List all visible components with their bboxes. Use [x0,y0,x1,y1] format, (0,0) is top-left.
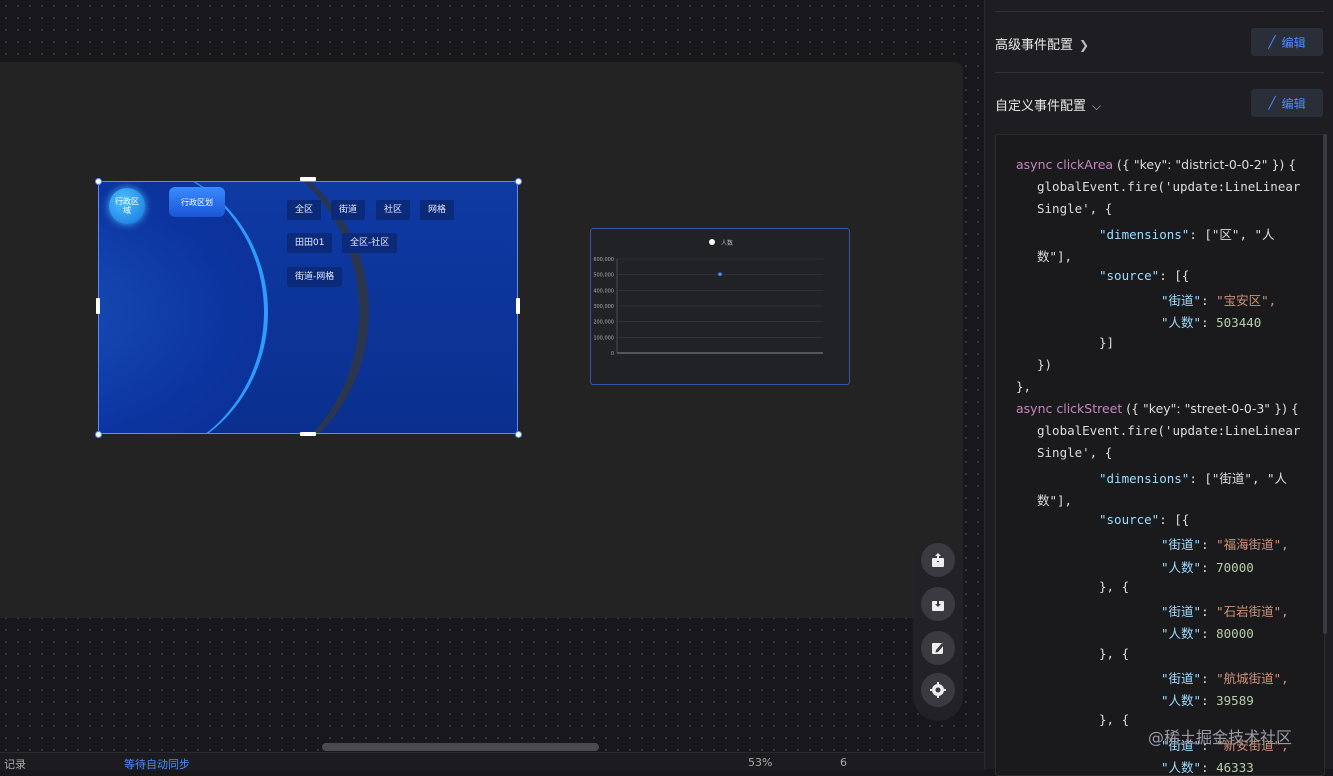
nav-btn-grid[interactable]: 网格 [420,200,455,220]
resize-handle-top[interactable] [300,177,316,181]
nav-btn-street[interactable]: 街道 [331,200,366,220]
y-tick-label: 400,000 [593,288,614,294]
lock-value[interactable]: 6 [840,756,847,769]
record-label[interactable]: 记录 [4,756,26,772]
legend-marker [709,239,715,245]
resize-handle-tl[interactable] [95,178,102,185]
chevron-right-icon: ❯ [1079,38,1090,52]
resize-handle-left[interactable] [96,298,100,314]
resize-handle-bl[interactable] [95,431,102,438]
y-tick-label: 200,000 [593,320,614,326]
advanced-event-label: 高级事件配置 [995,38,1074,53]
advanced-edit-button[interactable]: ╱ 编辑 [1251,28,1323,56]
nav-component[interactable]: 行政区 域 行政区划 全区 街道 社区 网格 田田01 全区-社区 街道-网格 [98,181,518,434]
y-tick-label: 300,000 [593,304,614,310]
sync-status[interactable]: 等待自动同步 [124,756,190,772]
watermark: @稀土掘金技术社区 [1148,728,1293,747]
divider [995,72,1324,73]
bottom-bar: 记录 等待自动同步 53% 6 [0,752,984,772]
event-line-a: globalEvent.fire('update:LineLinear [1037,179,1301,194]
edit-label: 编辑 [1281,96,1306,111]
chart-component[interactable]: 人数 0 100,000 200,000 300,000 400,000 500,000 60… [590,228,850,385]
custom-event-label: 自定义事件配置 [995,99,1087,114]
y-tick-label: 600,000 [593,257,614,263]
fn2: clickStreet [1056,401,1123,416]
advanced-event-title[interactable]: 高级事件配置 ❯ [995,34,1089,53]
resize-handle-br[interactable] [515,431,522,438]
resize-handle-bottom[interactable] [300,432,316,436]
nav-btn-tt01[interactable]: 田田01 [287,233,333,253]
data-point [718,272,722,276]
key2: "street-0-0-3" [1184,401,1271,416]
custom-event-title[interactable]: 自定义事件配置 ⌵ [995,95,1101,114]
divider [995,11,1324,12]
event-line-b: Single', { [1037,201,1113,216]
chevron-down-icon: ⌵ [1092,99,1102,113]
nav-btn-all[interactable]: 全区 [287,200,322,220]
edit-label: 编辑 [1281,35,1306,50]
export-icon[interactable] [921,543,955,577]
pencil-icon: ╱ [1268,35,1276,49]
import-icon[interactable] [921,587,955,621]
legend-label: 人数 [721,239,733,247]
tool-column [913,541,963,721]
y-tick-label: 100,000 [593,335,614,341]
nav-btn-all-community[interactable]: 全区-社区 [342,233,398,253]
horizontal-scrollbar[interactable] [322,743,599,751]
key1: "district-0-0-2" [1175,157,1268,172]
nav-tab[interactable]: 行政区划 [169,187,225,217]
nav-bubble[interactable]: 行政区 域 [109,188,145,224]
right-panel: 高级事件配置 ❯ ╱ 编辑 自定义事件配置 ⌵ ╱ 编辑 async clickArea… [984,0,1333,776]
resize-handle-tr[interactable] [515,178,522,185]
y-tick-label: 500,000 [593,273,614,279]
vertical-scrollbar[interactable] [1323,134,1327,634]
code-editor[interactable]: async clickArea ({ "key": "district-0-0-… [995,134,1325,776]
fn1: clickArea [1056,157,1114,172]
edit-note-icon[interactable] [921,631,955,665]
nav-btn-community[interactable]: 社区 [376,200,411,220]
gear-icon[interactable] [921,673,955,707]
nav-btn-street-grid[interactable]: 街道-网格 [287,267,343,287]
zoom-value[interactable]: 53% [748,756,772,769]
y-tick-label: 0 [611,351,614,357]
resize-handle-right[interactable] [516,298,520,314]
custom-edit-button[interactable]: ╱ 编辑 [1251,89,1323,117]
chart-svg: 人数 0 100,000 200,000 300,000 400,000 500,000 60… [593,239,823,357]
canvas-area[interactable]: 行政区 域 行政区划 全区 街道 社区 网格 田田01 全区-社区 街道-网格 … [0,0,984,772]
pencil-icon: ╱ [1268,96,1276,110]
